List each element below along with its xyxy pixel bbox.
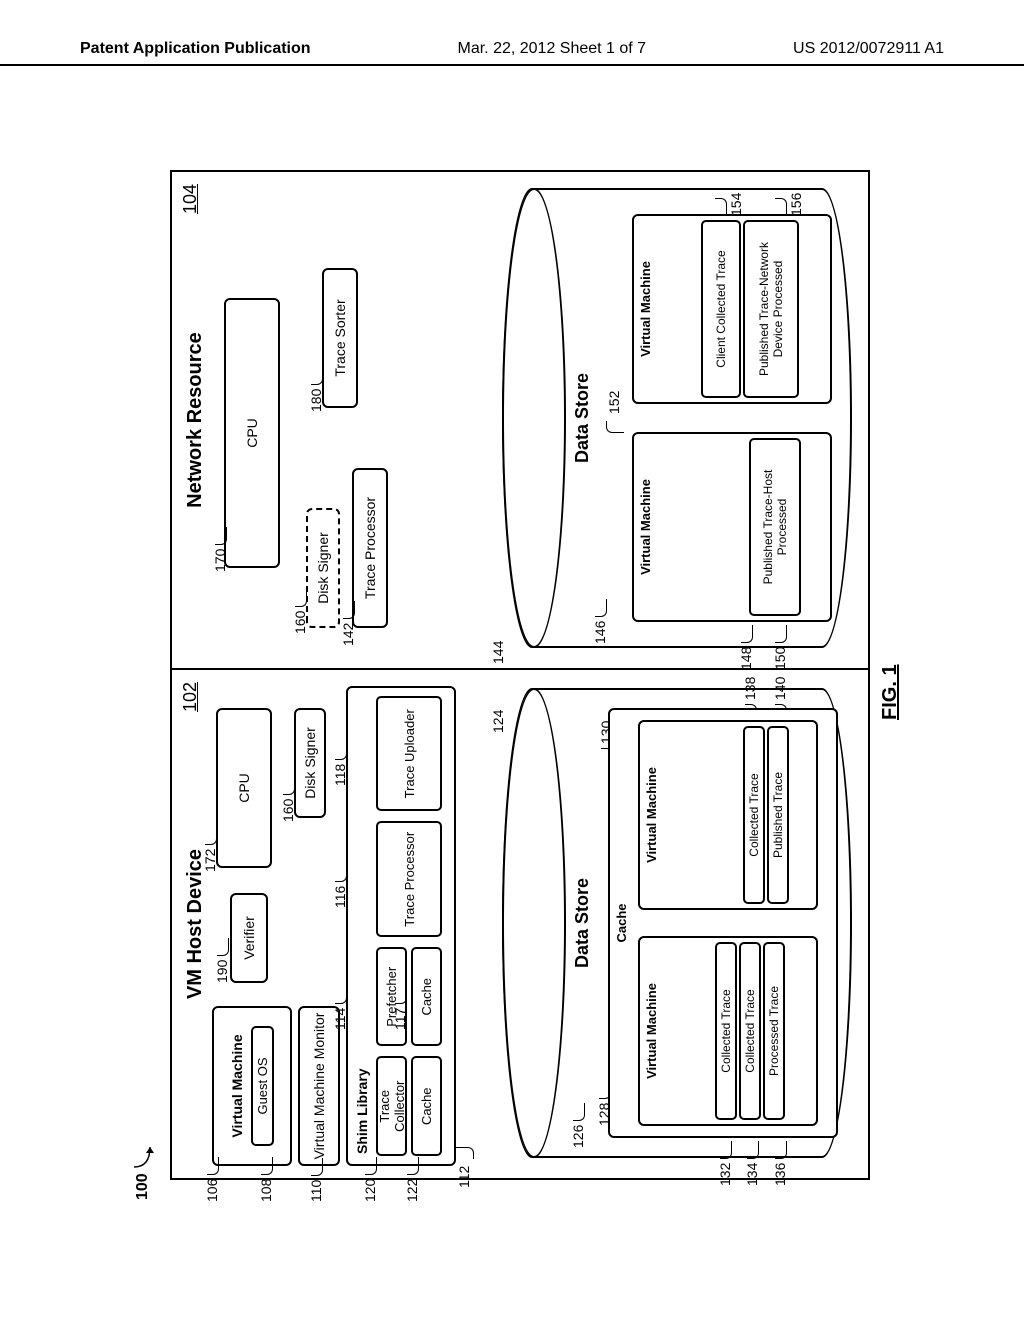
ref-190: 190 — [214, 938, 230, 983]
ref-124: 124 — [490, 710, 506, 733]
ref-142: 142 — [340, 601, 356, 646]
shim-cache2-box: Cache — [411, 947, 442, 1047]
verifier-box: Verifier — [230, 893, 268, 983]
ref-116: 116 — [332, 864, 348, 908]
host-ref: 102 — [180, 682, 201, 712]
ref-180: 180 — [308, 367, 324, 412]
virtual-machine-box: Virtual Machine Guest OS — [212, 1006, 292, 1166]
vm2-collected-trace: Collected Trace — [743, 726, 765, 904]
shim-library-box: Shim Library Trace Collector Cache Prefe… — [346, 686, 456, 1166]
vm-label: Virtual Machine — [229, 1034, 245, 1137]
host-datastore: Data Store Cache Virtual Machine Collect… — [502, 688, 852, 1158]
ref-120: 120 — [362, 1157, 378, 1202]
system-container: VM Host Device 102 Virtual Machine Guest… — [170, 170, 870, 1180]
net-vm1-label: Virtual Machine — [638, 438, 653, 616]
net-vm1: Virtual Machine Published Trace-Host Pro… — [632, 432, 832, 622]
host-datastore-label: Data Store — [572, 696, 593, 1150]
ref-108: 108 — [258, 1157, 274, 1202]
net-vm2: Virtual Machine Client Collected Trace P… — [632, 214, 832, 404]
figure-area: 100 VM Host Device 102 Virtual Machine G… — [150, 150, 900, 1200]
ref-106: 106 — [204, 1157, 220, 1202]
rotated-diagram: 100 VM Host Device 102 Virtual Machine G… — [150, 150, 900, 1200]
cache-vm1: Virtual Machine Collected Trace Collecte… — [638, 936, 818, 1126]
cache-vm2: Virtual Machine Collected Trace Publishe… — [638, 720, 818, 910]
header-center: Mar. 22, 2012 Sheet 1 of 7 — [458, 40, 647, 58]
pub-trace-host: Published Trace-Host Processed — [749, 438, 801, 616]
host-cpu-box: CPU — [216, 708, 272, 868]
ref-170: 170 — [212, 527, 228, 572]
vm-host-device-panel: VM Host Device 102 Virtual Machine Guest… — [170, 670, 870, 1180]
cache-box: Cache Virtual Machine Collected Trace Co… — [608, 708, 838, 1138]
net-trace-processor-box: Trace Processor — [352, 468, 388, 628]
ref-110: 110 — [308, 1158, 324, 1202]
collected-trace-1: Collected Trace — [715, 942, 737, 1120]
trace-collector-box: Trace Collector — [376, 1057, 407, 1157]
cache-vm2-label: Virtual Machine — [644, 726, 659, 904]
ref-112: 112 — [456, 1144, 472, 1188]
ref-117: 117 — [392, 986, 408, 1030]
shim-cache1-box: Cache — [411, 1057, 442, 1157]
header-left: Patent Application Publication — [80, 40, 311, 58]
ref-160-net: 160 — [292, 589, 308, 634]
pub-trace-net: Published Trace-Network Device Processed — [743, 220, 799, 398]
host-disk-signer-box: Disk Signer — [294, 708, 326, 818]
trace-sorter-box: Trace Sorter — [322, 268, 358, 408]
vm2-published-trace: Published Trace — [767, 726, 789, 904]
trace-uploader-box: Trace Uploader — [376, 696, 442, 812]
net-datastore-label: Data Store — [572, 196, 593, 640]
host-title: VM Host Device — [184, 678, 207, 1170]
cache-label: Cache — [614, 714, 629, 1132]
ref-152: 152 — [606, 391, 622, 436]
ref-122: 122 — [404, 1157, 420, 1202]
cache-vm1-label: Virtual Machine — [644, 942, 659, 1120]
shim-label: Shim Library — [354, 694, 370, 1154]
net-disk-signer-box: Disk Signer — [306, 508, 340, 628]
system-ref-100: 100 — [132, 1141, 154, 1200]
net-datastore: Data Store 152 Virtual Machine Published… — [502, 188, 852, 648]
vmm-box: Virtual Machine Monitor — [298, 1006, 340, 1166]
client-collected-trace: Client Collected Trace — [701, 220, 741, 398]
net-ref: 104 — [180, 184, 201, 214]
ref-144: 144 — [490, 641, 506, 664]
processed-trace: Processed Trace — [763, 942, 785, 1120]
net-cpu-box: CPU — [224, 298, 280, 568]
guest-os-box: Guest OS — [251, 1026, 274, 1146]
ref-160-host: 160 — [280, 777, 296, 822]
page-header: Patent Application Publication Mar. 22, … — [0, 40, 1024, 66]
net-vm2-label: Virtual Machine — [638, 220, 653, 398]
ref-118: 118 — [332, 742, 348, 786]
trace-processor-box: Trace Processor — [376, 822, 442, 938]
ref-114: 114 — [332, 986, 348, 1030]
network-resource-panel: Network Resource 104 CPU 170 Disk Signer… — [170, 170, 870, 670]
figure-label: FIG. 1 — [879, 664, 902, 720]
ref-172: 172 — [202, 827, 218, 872]
collected-trace-2: Collected Trace — [739, 942, 761, 1120]
header-right: US 2012/0072911 A1 — [793, 40, 944, 58]
net-title: Network Resource — [184, 180, 207, 660]
